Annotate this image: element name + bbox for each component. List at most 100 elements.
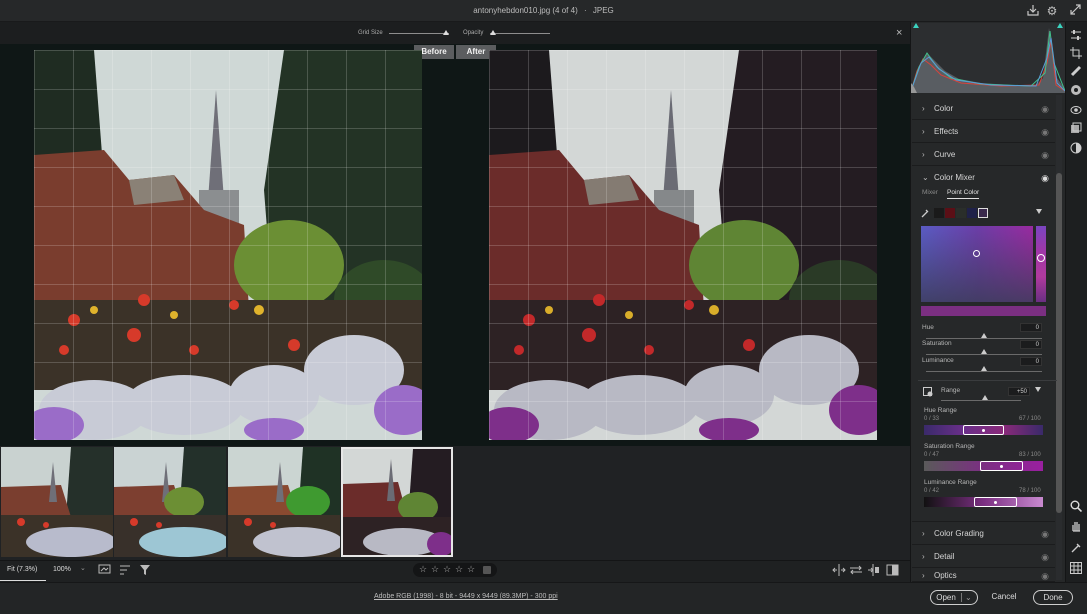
- masking-icon[interactable]: [1069, 84, 1083, 98]
- save-icon[interactable]: [1026, 4, 1040, 18]
- saturation-range-selector[interactable]: [979, 461, 1023, 471]
- opacity-thumb[interactable]: [490, 30, 496, 35]
- red-eye-icon[interactable]: [1069, 104, 1083, 118]
- section-color-mixer[interactable]: ⌄ Color Mixer ◉: [912, 167, 1055, 189]
- before-after-toggle-icon[interactable]: [886, 564, 900, 576]
- eye-icon[interactable]: ◉: [1041, 98, 1049, 120]
- star-icon[interactable]: ☆: [443, 564, 451, 575]
- grid-size-thumb[interactable]: [443, 30, 449, 35]
- color-swatch[interactable]: [967, 208, 977, 218]
- filmstrip-thumbnail-selected[interactable]: [341, 447, 453, 557]
- gear-icon[interactable]: ⚙: [1045, 4, 1059, 18]
- hue-slider-thumb[interactable]: [981, 333, 987, 338]
- hue-range-bar[interactable]: [924, 425, 1043, 435]
- range-mask-icon[interactable]: [923, 387, 934, 397]
- luminance-value[interactable]: 0: [1020, 357, 1042, 366]
- eye-icon[interactable]: ◉: [1041, 167, 1049, 189]
- filmstrip-thumbnail[interactable]: [228, 447, 340, 557]
- highlight-clipping-indicator[interactable]: [1057, 23, 1063, 28]
- tab-mixer[interactable]: Mixer: [922, 189, 938, 196]
- trash-icon[interactable]: [483, 566, 491, 574]
- saturation-range-bar[interactable]: [924, 461, 1043, 471]
- expand-icon[interactable]: [1068, 4, 1082, 18]
- hue-range-selector[interactable]: [963, 425, 1004, 435]
- star-icon[interactable]: ☆: [431, 564, 439, 575]
- star-icon[interactable]: ☆: [455, 564, 463, 575]
- eyedropper-icon[interactable]: [921, 208, 930, 218]
- crop-icon[interactable]: [1069, 47, 1083, 61]
- saturation-value[interactable]: 0: [1020, 340, 1042, 349]
- open-dropdown-icon[interactable]: ⌄: [961, 593, 972, 602]
- section-color[interactable]: › Color ◉: [912, 98, 1055, 120]
- saturation-slider-thumb[interactable]: [981, 349, 987, 354]
- section-curve[interactable]: › Curve ◉: [912, 144, 1055, 166]
- range-dropdown-icon[interactable]: [1035, 387, 1041, 392]
- section-color-grading[interactable]: › Color Grading ◉: [912, 523, 1055, 545]
- hand-icon[interactable]: [1069, 520, 1083, 534]
- star-icon[interactable]: ☆: [419, 564, 427, 575]
- filmstrip-thumbnail[interactable]: [1, 447, 113, 557]
- shadow-clipping-indicator[interactable]: [913, 23, 919, 28]
- range-slider[interactable]: [941, 400, 1021, 401]
- luminance-range-selector[interactable]: [973, 497, 1017, 507]
- close-icon[interactable]: ×: [896, 27, 902, 39]
- filmstrip-thumbnail[interactable]: [114, 447, 226, 557]
- tab-point-color[interactable]: Point Color: [947, 189, 980, 199]
- done-button[interactable]: Done: [1033, 590, 1073, 605]
- filmstrip-view-icon[interactable]: [98, 564, 112, 576]
- eye-icon[interactable]: ◉: [1041, 569, 1049, 581]
- swatch-dropdown-icon[interactable]: [1036, 209, 1042, 214]
- color-field[interactable]: [921, 226, 1033, 302]
- zoom-dropdown-icon[interactable]: ⌄: [80, 564, 89, 576]
- luminance-slider[interactable]: [926, 371, 1042, 372]
- color-field-picker[interactable]: [973, 250, 980, 257]
- fit-zoom-button[interactable]: Fit (7.3%): [0, 561, 46, 581]
- opacity-slider[interactable]: [490, 33, 550, 34]
- compare-left-icon[interactable]: [832, 564, 846, 576]
- swap-icon[interactable]: [849, 564, 863, 576]
- hue-value[interactable]: 0: [1020, 323, 1042, 332]
- edit-sliders-icon[interactable]: [1069, 29, 1083, 43]
- color-space-info-link[interactable]: Adobe RGB (1998) - 8 bit - 9449 x 9449 (…: [374, 593, 558, 600]
- range-slider-thumb[interactable]: [982, 395, 988, 400]
- before-image[interactable]: [34, 50, 422, 440]
- section-effects[interactable]: › Effects ◉: [912, 121, 1055, 143]
- eye-icon[interactable]: ◉: [1041, 546, 1049, 568]
- sort-icon[interactable]: [119, 564, 133, 576]
- cancel-button[interactable]: Cancel: [986, 590, 1022, 605]
- scrollbar-thumb[interactable]: [1056, 173, 1062, 513]
- eye-icon[interactable]: ◉: [1041, 523, 1049, 545]
- healing-brush-icon[interactable]: [1069, 65, 1083, 79]
- white-balance-icon[interactable]: [1069, 542, 1083, 556]
- zoom-100-button[interactable]: 100%: [48, 561, 78, 581]
- section-optics[interactable]: › Optics ◉: [912, 569, 1055, 582]
- color-swatch[interactable]: [934, 208, 944, 218]
- panel-scrollbar[interactable]: [1056, 95, 1062, 580]
- grid-toggle-icon[interactable]: [1069, 562, 1083, 576]
- luminance-range-bar[interactable]: [924, 497, 1043, 507]
- hue-slider[interactable]: [926, 338, 1042, 339]
- saturation-slider[interactable]: [926, 354, 1042, 355]
- presets-icon[interactable]: [1069, 122, 1083, 136]
- hue-strip-picker[interactable]: [1037, 254, 1045, 262]
- grid-size-slider[interactable]: [389, 33, 449, 34]
- eye-icon[interactable]: ◉: [1041, 121, 1049, 143]
- histogram: [910, 23, 1066, 93]
- star-icon[interactable]: ☆: [467, 564, 475, 575]
- color-swatch[interactable]: [956, 208, 966, 218]
- copy-settings-icon[interactable]: [866, 564, 880, 576]
- eye-icon[interactable]: ◉: [1041, 144, 1049, 166]
- open-button[interactable]: Open ⌄: [930, 590, 978, 605]
- hue-strip[interactable]: [1036, 226, 1046, 302]
- snapshots-icon[interactable]: [1069, 142, 1083, 156]
- section-detail[interactable]: › Detail ◉: [912, 546, 1055, 568]
- color-swatch-selected[interactable]: [978, 208, 988, 218]
- range-value[interactable]: +50: [1008, 387, 1030, 396]
- filter-icon[interactable]: [139, 564, 151, 576]
- after-image[interactable]: [489, 50, 877, 440]
- range-label: Range: [941, 387, 961, 394]
- zoom-icon[interactable]: [1069, 500, 1083, 514]
- color-swatch[interactable]: [945, 208, 955, 218]
- section-label: Color Grading: [934, 529, 984, 538]
- luminance-slider-thumb[interactable]: [981, 366, 987, 371]
